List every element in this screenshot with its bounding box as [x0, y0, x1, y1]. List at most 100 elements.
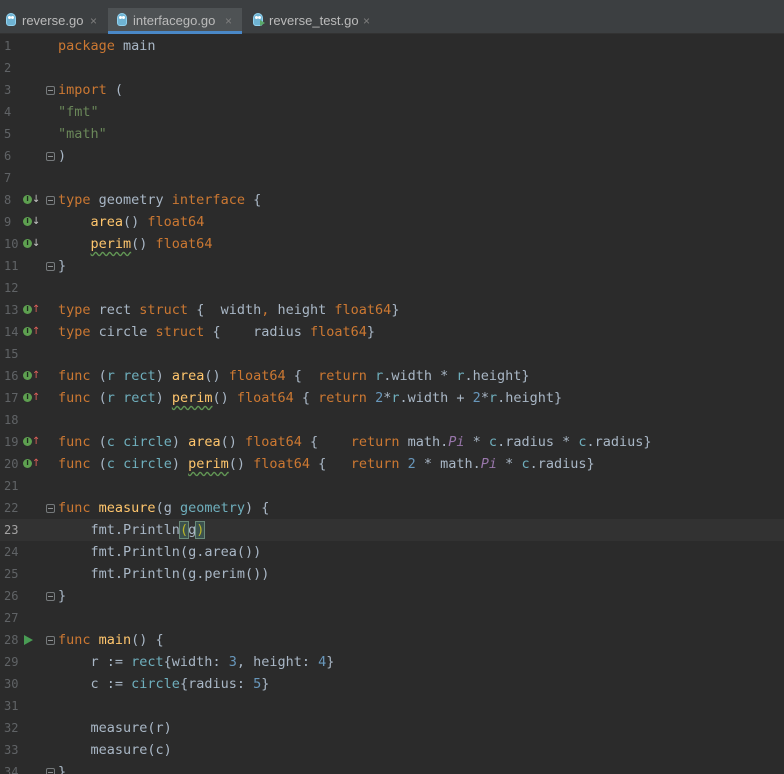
- line-number: 6: [4, 149, 12, 163]
- code-line: 29 r := rect{width: 3, height: 4}: [0, 651, 784, 673]
- code-line: 14 I ↑ type circle struct { radius float6…: [0, 321, 784, 343]
- code-line-current: 23 fmt.Println(g): [0, 519, 784, 541]
- code-text[interactable]: func measure(g geometry) {: [58, 497, 269, 519]
- code-line: 17 I ↑ func (r rect) perim() float64 { re…: [0, 387, 784, 409]
- line-number: 31: [4, 699, 19, 713]
- code-text[interactable]: func (c circle) area() float64 { return …: [58, 431, 652, 453]
- code-text[interactable]: fmt.Println(g.perim()): [58, 563, 270, 585]
- code-text[interactable]: ): [58, 145, 66, 167]
- code-text[interactable]: fmt.Println(g.area()): [58, 541, 262, 563]
- fold-icon[interactable]: [46, 196, 55, 205]
- fold-icon[interactable]: [46, 86, 55, 95]
- code-line: 2: [0, 57, 784, 79]
- line-number: 7: [4, 171, 12, 185]
- line-number: 11: [4, 259, 19, 273]
- line-number: 29: [4, 655, 19, 669]
- code-text[interactable]: type geometry interface {: [58, 189, 261, 211]
- ide-window: reverse.go × interfacego.go × reverse_te…: [0, 0, 784, 774]
- line-number: 12: [4, 281, 19, 295]
- code-text[interactable]: package main: [58, 35, 156, 57]
- code-text[interactable]: area() float64: [58, 211, 205, 233]
- line-number: 34: [4, 765, 19, 774]
- line-number: 27: [4, 611, 19, 625]
- code-text[interactable]: type circle struct { radius float64}: [58, 321, 375, 343]
- code-text[interactable]: type rect struct { width, height float64…: [58, 299, 399, 321]
- code-text[interactable]: r := rect{width: 3, height: 4}: [58, 651, 335, 673]
- code-text[interactable]: func main() {: [58, 629, 164, 651]
- implements-gutter-icon[interactable]: I ↑: [22, 321, 40, 343]
- code-text[interactable]: perim() float64: [58, 233, 213, 255]
- line-number: 23: [4, 523, 19, 537]
- code-line: 3 import (: [0, 79, 784, 101]
- line-number: 22: [4, 501, 19, 515]
- fold-icon[interactable]: [46, 504, 55, 513]
- implements-gutter-icon[interactable]: I ↑: [22, 453, 40, 475]
- tab-label: reverse.go: [22, 13, 84, 28]
- code-line: 22 func measure(g geometry) {: [0, 497, 784, 519]
- code-text[interactable]: fmt.Println(g): [58, 519, 206, 541]
- code-line: 1 package main: [0, 35, 784, 57]
- code-text[interactable]: "math": [58, 123, 107, 145]
- implemented-gutter-icon[interactable]: I ↓: [22, 233, 40, 255]
- fold-icon[interactable]: [46, 636, 55, 645]
- code-text[interactable]: }: [58, 761, 66, 774]
- implements-gutter-icon[interactable]: I ↑: [22, 365, 40, 387]
- code-text[interactable]: }: [58, 585, 66, 607]
- close-tab-icon[interactable]: ×: [363, 8, 370, 34]
- code-line: 31: [0, 695, 784, 717]
- implemented-gutter-icon[interactable]: I ↓: [22, 211, 40, 233]
- code-text[interactable]: import (: [58, 79, 123, 101]
- implements-gutter-icon[interactable]: I ↑: [22, 387, 40, 409]
- code-line: 18: [0, 409, 784, 431]
- implements-gutter-icon[interactable]: I ↑: [22, 431, 40, 453]
- go-file-icon: [117, 13, 127, 26]
- tab-label: reverse_test.go: [269, 13, 359, 28]
- implements-gutter-icon[interactable]: I ↑: [22, 299, 40, 321]
- code-line: 11 }: [0, 255, 784, 277]
- line-number: 25: [4, 567, 19, 581]
- code-line: 25 fmt.Println(g.perim()): [0, 563, 784, 585]
- code-line: 20 I ↑ func (c circle) perim() float64 { …: [0, 453, 784, 475]
- line-number: 21: [4, 479, 19, 493]
- line-number: 3: [4, 83, 12, 97]
- code-line: 10 I ↓ perim() float64: [0, 233, 784, 255]
- code-line: 16 I ↑ func (r rect) area() float64 { ret…: [0, 365, 784, 387]
- code-line: 34 }: [0, 761, 784, 774]
- line-number: 28: [4, 633, 19, 647]
- code-text[interactable]: func (r rect) area() float64 { return r.…: [58, 365, 530, 387]
- code-line: 9 I ↓ area() float64: [0, 211, 784, 233]
- code-line: 13 I ↑ type rect struct { width, height f…: [0, 299, 784, 321]
- code-line: 30 c := circle{radius: 5}: [0, 673, 784, 695]
- line-number: 32: [4, 721, 19, 735]
- fold-icon[interactable]: [46, 592, 55, 601]
- line-number: 33: [4, 743, 19, 757]
- code-editor[interactable]: 1 package main 2 3 import ( 4 "fmt" 5 "m…: [0, 35, 784, 774]
- code-line: 33 measure(c): [0, 739, 784, 761]
- go-file-icon: [6, 13, 16, 26]
- code-text[interactable]: }: [58, 255, 66, 277]
- tab-reverse-test-go[interactable]: reverse_test.go ×: [243, 8, 383, 34]
- close-tab-icon[interactable]: ×: [90, 8, 97, 34]
- line-number: 30: [4, 677, 19, 691]
- tab-interfacego-go[interactable]: interfacego.go ×: [108, 8, 242, 34]
- tab-label: interfacego.go: [133, 13, 216, 28]
- code-line: 6 ): [0, 145, 784, 167]
- code-line: 27: [0, 607, 784, 629]
- line-number: 4: [4, 105, 12, 119]
- implemented-gutter-icon[interactable]: I ↓: [22, 189, 40, 211]
- code-text[interactable]: c := circle{radius: 5}: [58, 673, 270, 695]
- code-text[interactable]: func (c circle) perim() float64 { return…: [58, 453, 595, 475]
- code-text[interactable]: "fmt": [58, 101, 99, 123]
- code-line: 19 I ↑ func (c circle) area() float64 { r…: [0, 431, 784, 453]
- tab-reverse-go[interactable]: reverse.go ×: [0, 8, 108, 34]
- fold-icon[interactable]: [46, 768, 55, 774]
- code-text[interactable]: measure(c): [58, 739, 172, 761]
- code-text[interactable]: measure(r): [58, 717, 172, 739]
- code-text[interactable]: func (r rect) perim() float64 { return 2…: [58, 387, 562, 409]
- fold-icon[interactable]: [46, 262, 55, 271]
- line-number: 2: [4, 61, 12, 75]
- editor-tab-bar: reverse.go × interfacego.go × reverse_te…: [0, 0, 784, 34]
- close-tab-icon[interactable]: ×: [225, 8, 232, 34]
- run-main-icon[interactable]: [24, 635, 33, 645]
- fold-icon[interactable]: [46, 152, 55, 161]
